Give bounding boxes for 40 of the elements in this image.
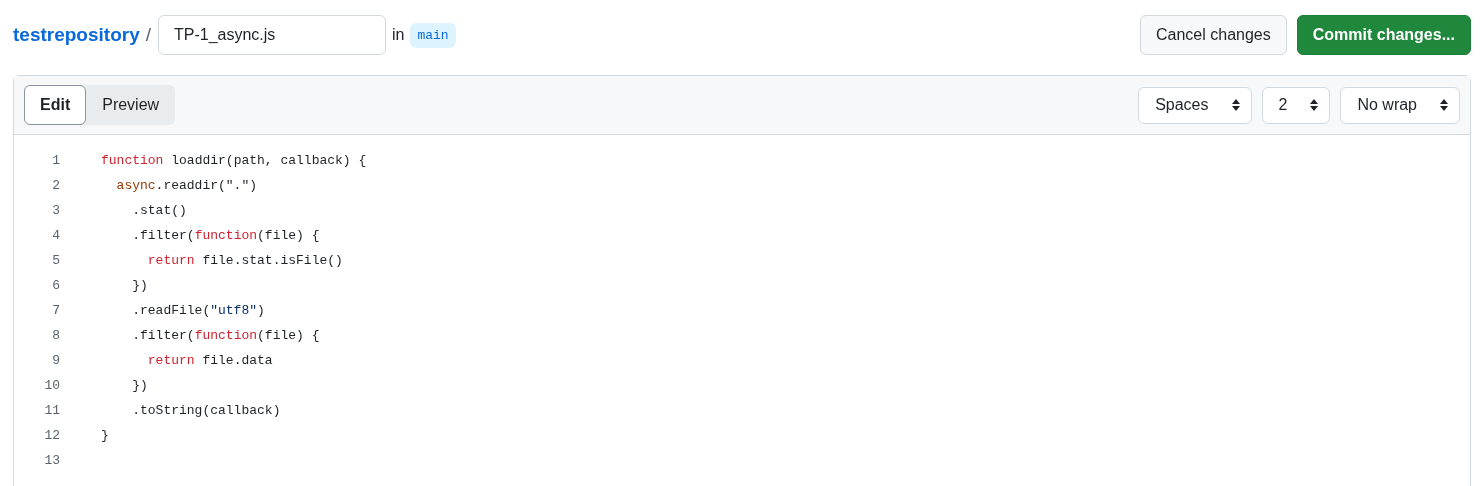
editor-tab[interactable]: Edit [24, 85, 87, 125]
line-number: 12 [43, 428, 60, 443]
line-number: 6 [51, 278, 60, 293]
code-line: return file.data [146, 353, 273, 368]
editor-tab[interactable]: Preview [86, 85, 176, 125]
path-separator: / [145, 24, 151, 46]
branch-label: main [410, 22, 456, 48]
line-number: 11 [43, 403, 60, 418]
line-number: 7 [51, 303, 60, 318]
code-line: async.readdir(".") [115, 178, 258, 193]
sort-caret-icon [1439, 98, 1449, 112]
line-number: 8 [51, 328, 60, 343]
line-number: 4 [51, 228, 60, 243]
code-line: } [101, 428, 109, 443]
line-number: 2 [51, 178, 60, 193]
commit-button[interactable]: Commit changes... [1296, 15, 1471, 55]
code-line: }) [131, 278, 148, 293]
in-label: in [392, 26, 405, 44]
line-number: 10 [43, 378, 60, 393]
line-number: 9 [51, 353, 60, 368]
code-line: return file.stat.isFile() [146, 253, 343, 268]
option-select[interactable]: No wrap [1340, 86, 1460, 124]
line-number: 13 [43, 453, 60, 468]
repository-link[interactable]: testrepository [13, 24, 140, 46]
code-line: .filter(function(file) { [131, 228, 320, 243]
line-number: 1 [51, 153, 60, 168]
code-line: .stat() [131, 203, 187, 218]
option-select[interactable]: Spaces [1138, 86, 1252, 124]
code-line: .filter(function(file) { [131, 328, 320, 343]
cancel-button[interactable]: Cancel changes [1140, 15, 1287, 55]
sort-caret-icon [1230, 98, 1241, 112]
line-number: 5 [51, 253, 60, 268]
option-select[interactable]: 2 [1261, 86, 1331, 124]
code-line: .readFile("utf8") [131, 303, 265, 318]
sort-caret-icon [1309, 98, 1320, 112]
line-number: 3 [51, 203, 60, 218]
code-line: function loaddir(path, callback) { [101, 153, 367, 168]
code-line: .toString(callback) [131, 403, 281, 418]
filename-field[interactable]: TP-1_async.js [158, 15, 386, 55]
code-line: }) [131, 378, 148, 393]
